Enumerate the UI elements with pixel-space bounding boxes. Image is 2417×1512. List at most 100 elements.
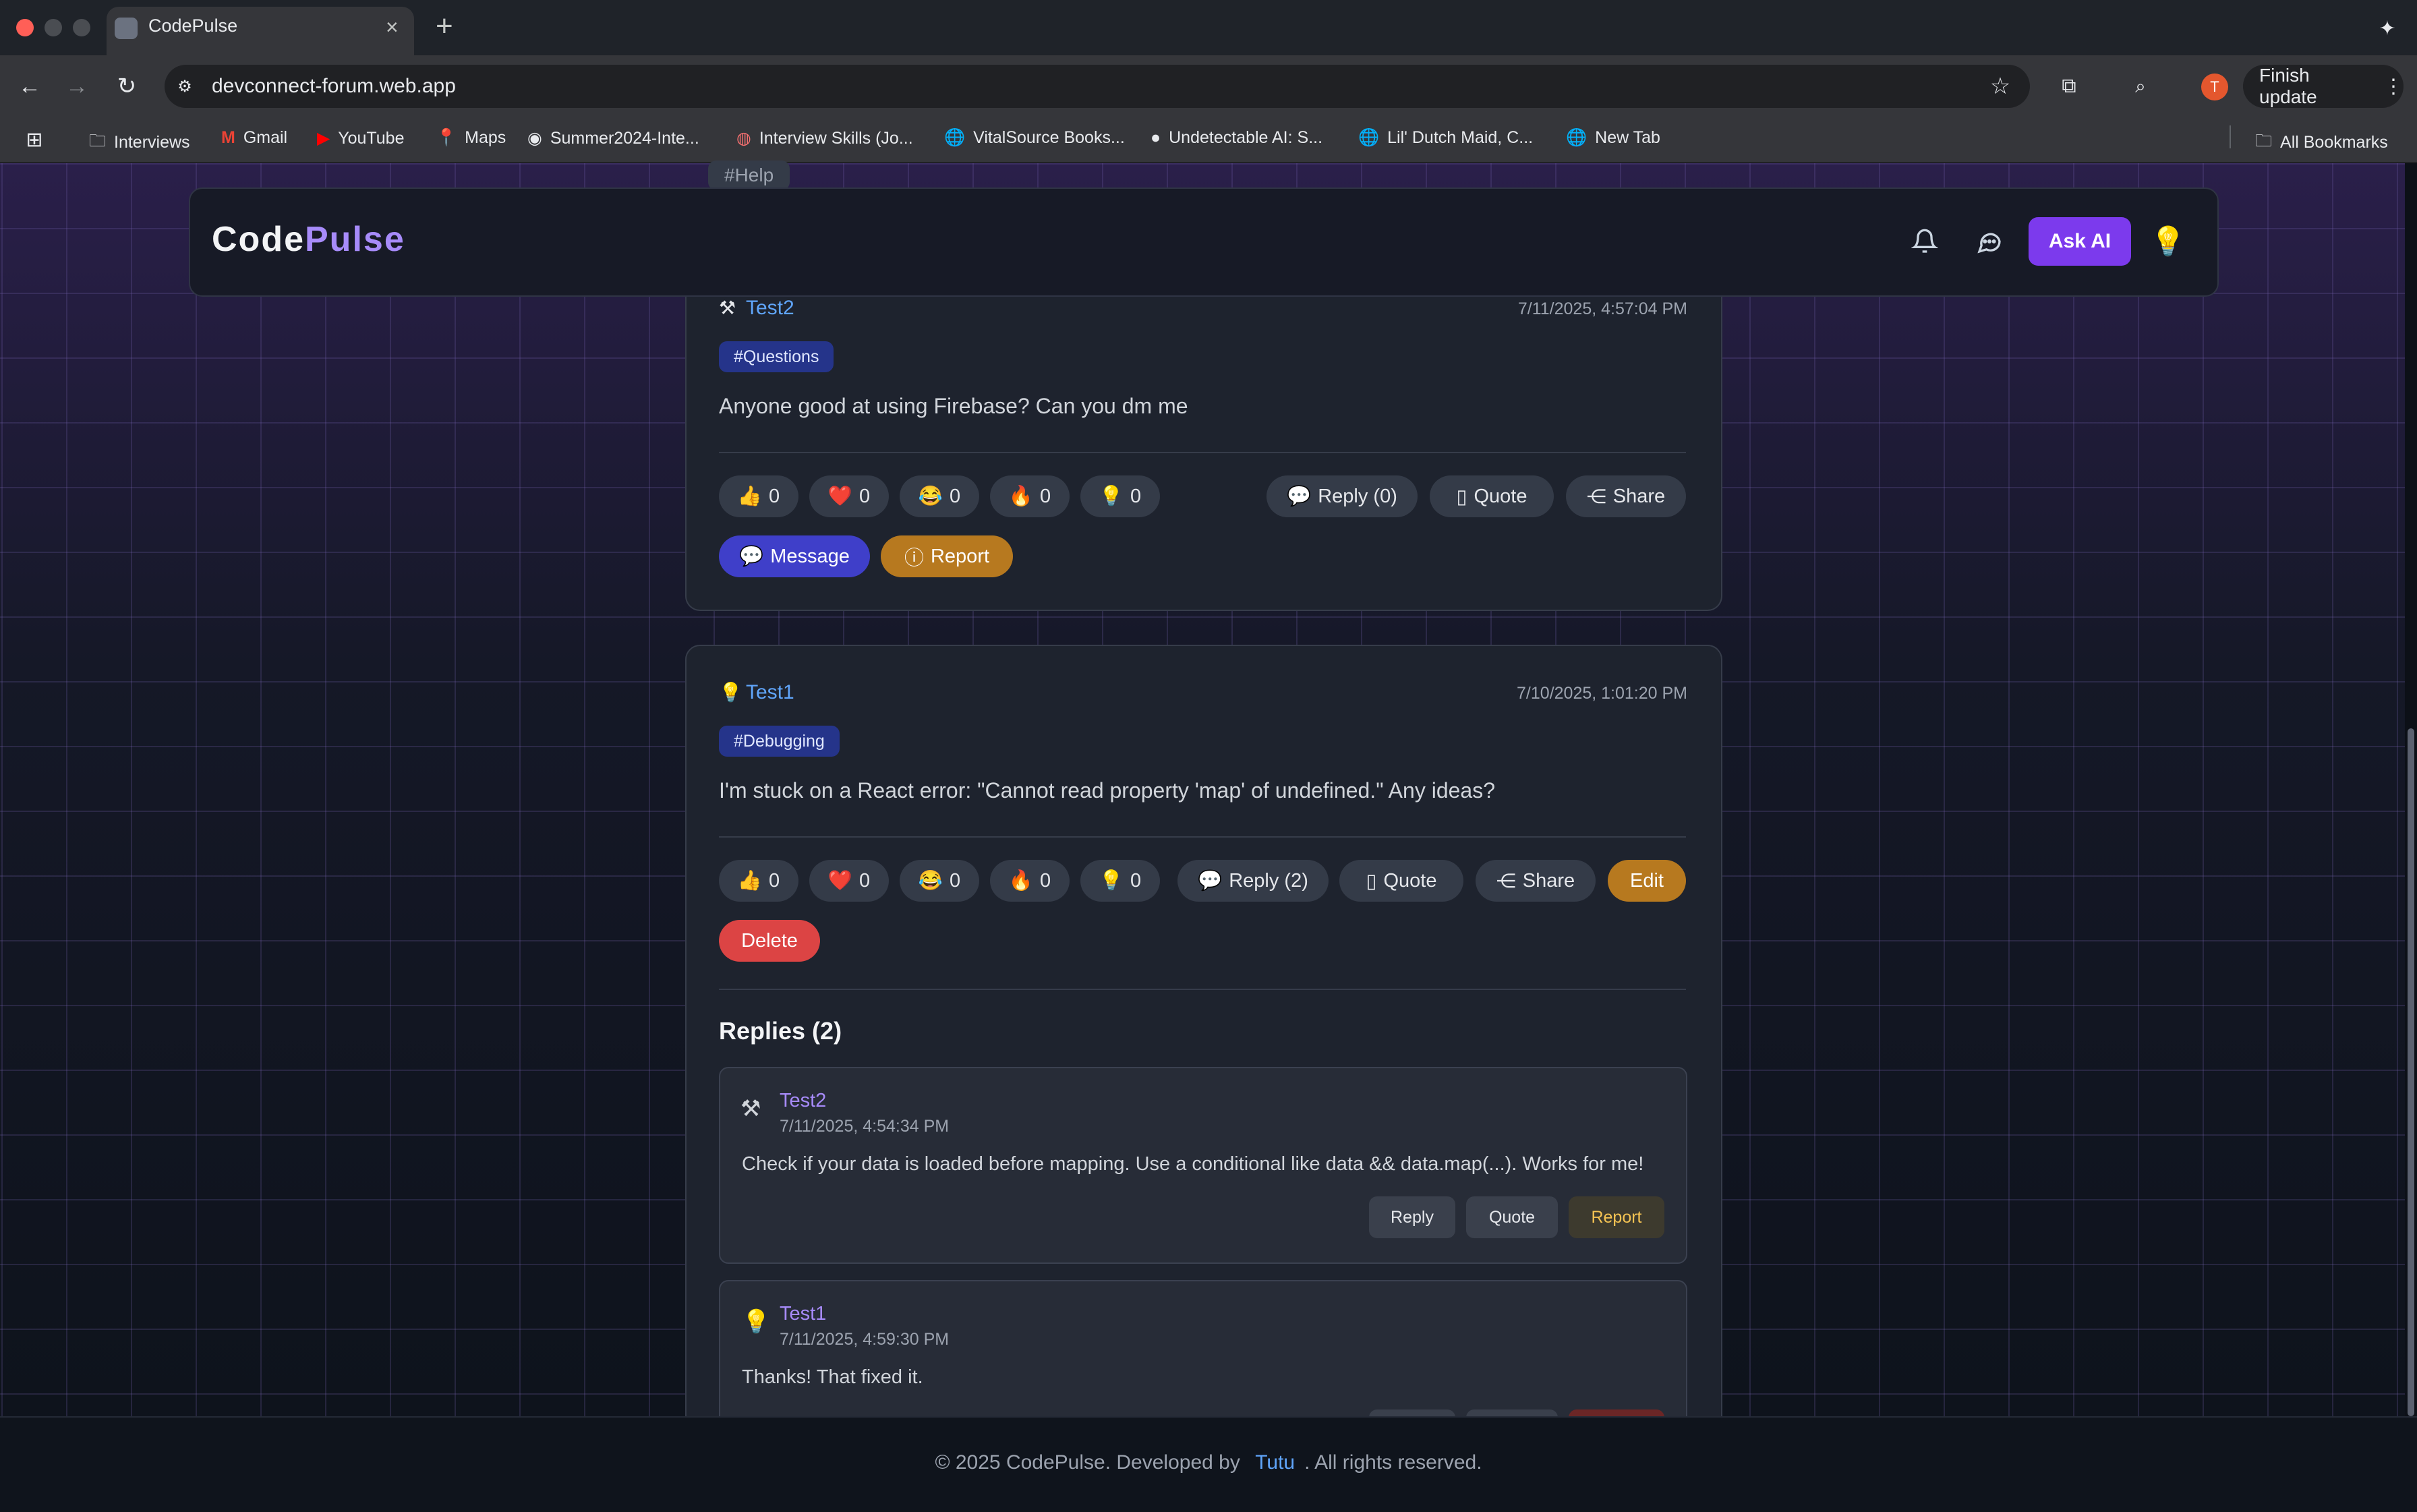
bookmark-label: Lil' Dutch Maid, C...	[1387, 128, 1534, 147]
bookmark-label: Summer2024-Inte...	[550, 128, 699, 148]
reaction-fire[interactable]: 🔥 0	[990, 475, 1070, 517]
bookmark-maps[interactable]: 📍 Maps	[436, 128, 506, 148]
globe-icon: 🌐	[944, 128, 966, 147]
tab-title: CodePulse	[148, 16, 238, 36]
finish-update-button[interactable]: Finish update ⋮	[2243, 65, 2404, 108]
quote-label: Quote	[1474, 485, 1527, 507]
reply-author[interactable]: Test2	[780, 1090, 826, 1112]
bookmarks-divider	[2230, 125, 2231, 148]
reply-quote-button[interactable]: Quote	[1466, 1196, 1558, 1238]
chat-bubble-icon: 💬	[739, 546, 764, 567]
window-minimize-button[interactable]	[45, 19, 62, 36]
fire-icon: 🔥	[1008, 486, 1033, 507]
scrollbar-thumb[interactable]	[2408, 728, 2414, 1416]
bookmark-interviews[interactable]: 🗀 Interviews	[89, 128, 190, 157]
reaction-thumbs-up[interactable]: 👍 0	[719, 475, 798, 517]
apps-grid-icon[interactable]: ⊞	[23, 128, 46, 151]
chat-bubble-icon: 💬	[1287, 486, 1312, 507]
reaction-lightbulb[interactable]: 💡 0	[1080, 860, 1160, 902]
footer-suffix: . All rights reserved.	[1304, 1451, 1482, 1474]
bookmark-vitalsource[interactable]: 🌐 VitalSource Books...	[944, 128, 1125, 148]
quote-icon: ▯	[1366, 870, 1377, 892]
heart-icon: ❤️	[827, 486, 852, 507]
delete-button[interactable]: Delete	[719, 920, 820, 962]
folder-icon: 🗀	[89, 132, 107, 150]
new-tab-icon[interactable]: +	[436, 9, 453, 43]
reload-icon[interactable]: ↻	[112, 71, 142, 101]
tab-close-icon[interactable]: ×	[386, 15, 399, 40]
globe-icon: 🌐	[1358, 128, 1380, 147]
reaction-count: 0	[1039, 485, 1051, 507]
bookmark-new-tab[interactable]: 🌐 New Tab	[1566, 128, 1660, 148]
all-bookmarks[interactable]: 🗀 All Bookmarks	[2255, 128, 2388, 157]
reply-button[interactable]: 💬 Reply (0)	[1266, 475, 1418, 517]
post-author[interactable]: Test2	[746, 297, 794, 320]
window-maximize-button[interactable]	[73, 19, 90, 36]
reaction-laugh[interactable]: 😂 0	[900, 475, 979, 517]
more-menu-icon[interactable]: ⋮	[2383, 75, 2404, 98]
url-text[interactable]: devconnect-forum.web.app	[212, 75, 456, 98]
share-button[interactable]: ⋲ Share	[1476, 860, 1596, 902]
reply-reply-button[interactable]: Reply	[1369, 1196, 1455, 1238]
edit-button[interactable]: Edit	[1608, 860, 1686, 902]
gmail-icon: M	[221, 128, 235, 147]
chat-bubble-icon: 💬	[1198, 870, 1223, 892]
reaction-count: 0	[768, 485, 780, 507]
post-timestamp: 7/10/2025, 1:01:20 PM	[1517, 684, 1687, 703]
gemini-sparkle-icon[interactable]: ✦	[2372, 13, 2402, 43]
bookmark-interview-skills[interactable]: ◍ Interview Skills (Jo...	[736, 128, 913, 148]
share-icon: ⋲	[1496, 870, 1516, 892]
reaction-count: 0	[768, 869, 780, 892]
bookmark-gmail[interactable]: M Gmail	[221, 128, 287, 148]
reply-label: Reply (0)	[1318, 485, 1397, 507]
reply-button[interactable]: 💬 Reply (2)	[1177, 860, 1329, 902]
profile-avatar[interactable]: T	[2201, 74, 2228, 100]
heart-icon: ❤️	[827, 870, 852, 892]
replies-divider	[719, 989, 1686, 990]
tab-search-icon[interactable]: ⌕	[2126, 71, 2155, 101]
post-author[interactable]: Test1	[746, 681, 794, 704]
quote-button[interactable]: ▯ Quote	[1430, 475, 1554, 517]
bookmark-label: Interview Skills (Jo...	[759, 128, 913, 148]
bookmark-youtube[interactable]: ▶ YouTube	[317, 128, 404, 148]
peek-tag[interactable]: #Help	[708, 161, 790, 190]
reaction-laugh[interactable]: 😂 0	[900, 860, 979, 902]
extensions-icon[interactable]: ⧉	[2054, 71, 2084, 101]
bell-icon[interactable]	[1910, 227, 1940, 256]
bookmark-star-icon[interactable]: ☆	[1985, 71, 2015, 101]
post-tag[interactable]: #Debugging	[719, 726, 840, 757]
reaction-count: 0	[858, 869, 871, 892]
message-button[interactable]: 💬 Message	[719, 535, 870, 577]
message-label: Message	[770, 545, 850, 567]
reaction-heart[interactable]: ❤️ 0	[809, 860, 889, 902]
post-tag[interactable]: #Questions	[719, 341, 834, 372]
app-logo[interactable]: CodePulse	[212, 219, 405, 260]
globe-icon: 🌐	[1566, 128, 1588, 147]
bookmark-summer2024[interactable]: ◉ Summer2024-Inte...	[527, 128, 699, 148]
bookmark-label: Undetectable AI: S...	[1169, 128, 1323, 147]
share-button[interactable]: ⋲ Share	[1566, 475, 1686, 517]
maps-pin-icon: 📍	[436, 128, 457, 147]
site-settings-icon[interactable]: ⚙	[173, 74, 197, 98]
hammer-icon: ⚒	[740, 1096, 761, 1122]
reaction-heart[interactable]: ❤️ 0	[809, 475, 889, 517]
back-icon[interactable]: ←	[15, 71, 45, 101]
reply-author[interactable]: Test1	[780, 1303, 826, 1325]
quote-button[interactable]: ▯ Quote	[1339, 860, 1463, 902]
window-close-button[interactable]	[16, 19, 34, 36]
report-button[interactable]: ⓘ Report	[881, 535, 1013, 577]
bookmark-label: New Tab	[1595, 128, 1660, 147]
chat-icon[interactable]	[1975, 227, 2004, 256]
bookmark-lil-dutch-maid[interactable]: 🌐 Lil' Dutch Maid, C...	[1358, 128, 1533, 148]
forward-icon[interactable]: →	[62, 71, 92, 101]
reaction-lightbulb[interactable]: 💡 0	[1080, 475, 1160, 517]
reply-body: Thanks! That fixed it.	[742, 1366, 923, 1388]
reaction-thumbs-up[interactable]: 👍 0	[719, 860, 798, 902]
reaction-fire[interactable]: 🔥 0	[990, 860, 1070, 902]
lightbulb-icon: 💡	[742, 1309, 771, 1335]
theme-toggle-lightbulb-icon[interactable]: 💡	[2151, 223, 2186, 260]
bookmark-undetectable-ai[interactable]: ● Undetectable AI: S...	[1151, 128, 1322, 148]
ask-ai-button[interactable]: Ask AI	[2029, 217, 2131, 266]
reply-report-button[interactable]: Report	[1569, 1196, 1664, 1238]
footer-author-link[interactable]: Tutu	[1255, 1451, 1295, 1474]
